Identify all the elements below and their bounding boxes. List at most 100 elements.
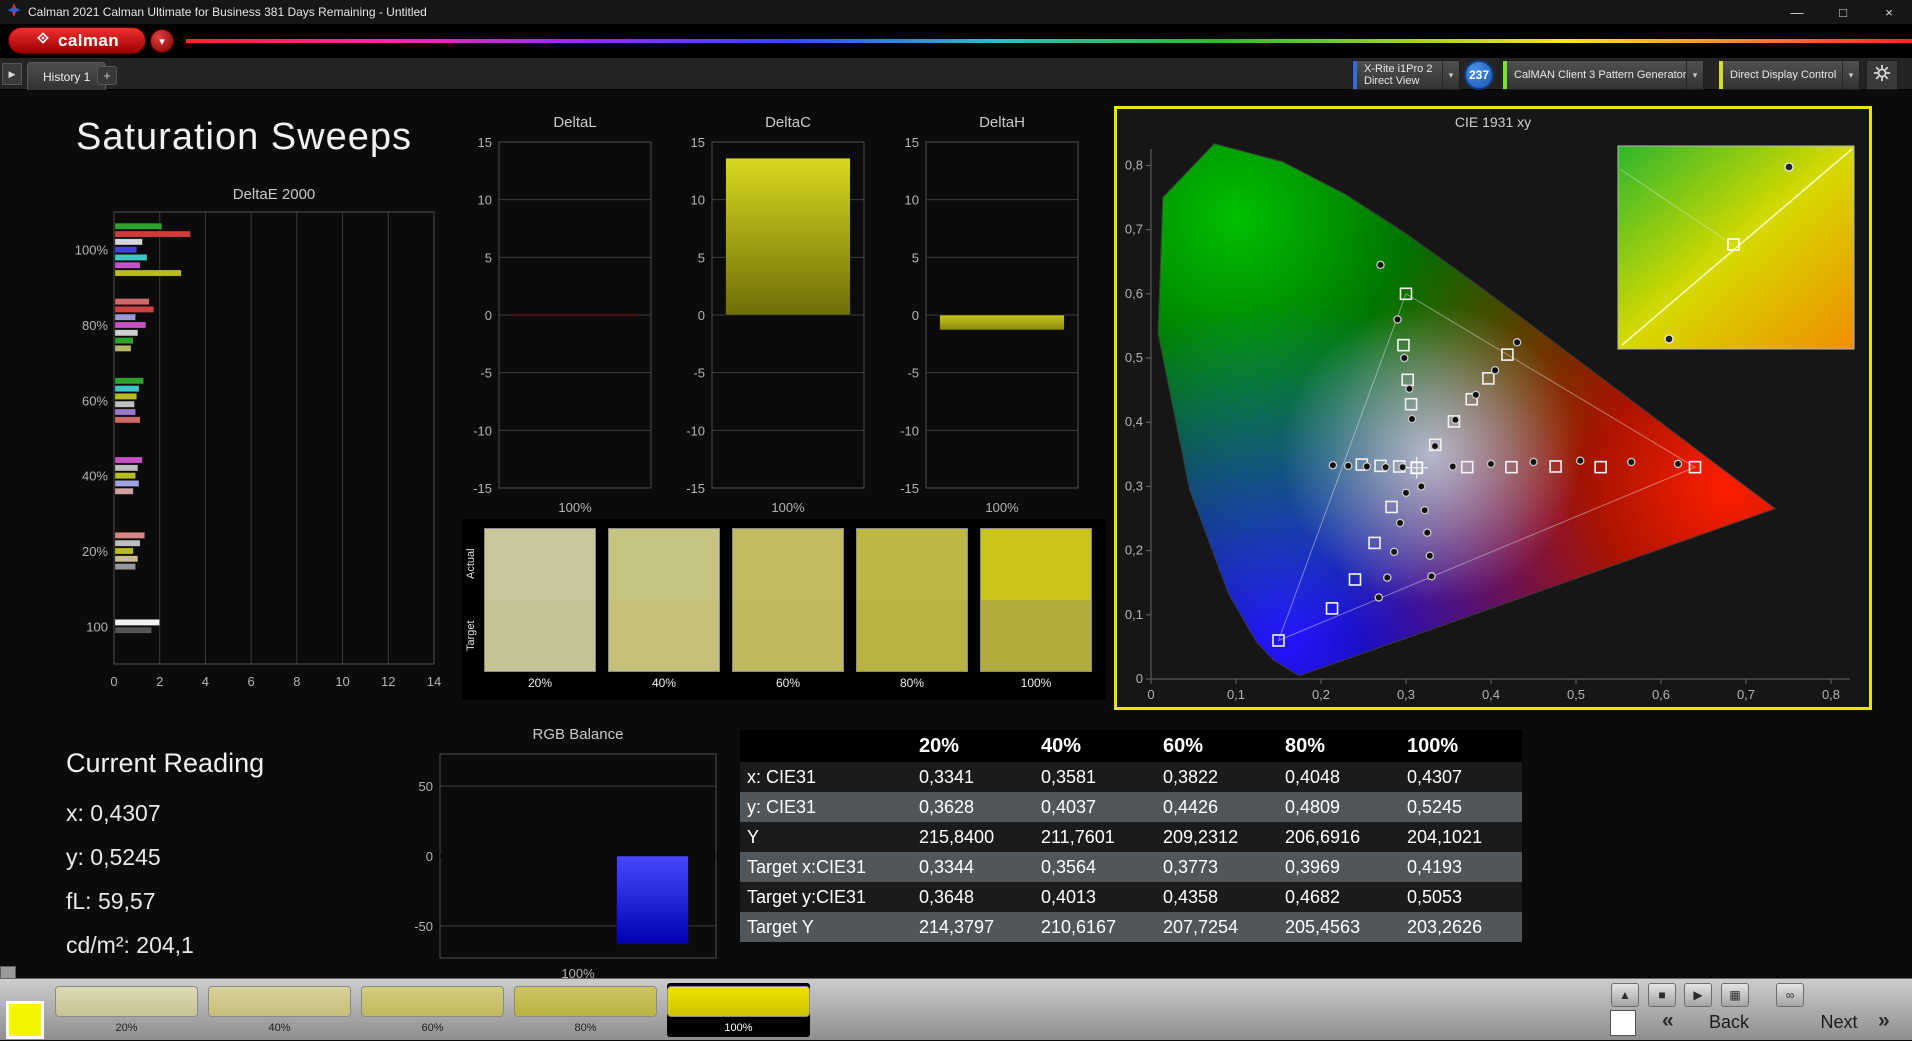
svg-text:0: 0 bbox=[698, 308, 705, 323]
table-row-label: Target x:CIE31 bbox=[740, 852, 912, 882]
display-control-dropdown[interactable]: Direct Display Control ▾ bbox=[1718, 60, 1860, 90]
table-row-label: Y bbox=[740, 822, 912, 852]
saturation-swatch-60% bbox=[732, 528, 844, 672]
svg-text:-10: -10 bbox=[686, 423, 705, 438]
pattern-level-label: 80% bbox=[514, 1022, 657, 1034]
report-button[interactable]: ▦ bbox=[1721, 983, 1749, 1007]
table-col-header: 40% bbox=[1034, 730, 1156, 762]
svg-text:5: 5 bbox=[912, 250, 919, 265]
chevron-down-icon: ▾ bbox=[1442, 61, 1459, 89]
svg-text:-15: -15 bbox=[473, 481, 492, 496]
pattern-swatch bbox=[361, 986, 504, 1017]
next-chevrons-icon[interactable]: » bbox=[1878, 1009, 1890, 1033]
pattern-level-40%[interactable]: 40% bbox=[208, 983, 351, 1037]
table-row-label: Target Y bbox=[740, 912, 912, 942]
tab-history-1[interactable]: History 1 bbox=[27, 62, 106, 90]
deltae-2000-plot: 02468101214100%80%60%40%20%100 bbox=[74, 206, 442, 696]
deltah-plot: 151050-5-10-15100% bbox=[882, 134, 1086, 524]
pattern-level-80%[interactable]: 80% bbox=[514, 983, 657, 1037]
svg-text:0: 0 bbox=[110, 674, 117, 689]
saturation-swatch-20% bbox=[484, 528, 596, 672]
pattern-swatch bbox=[667, 986, 810, 1017]
svg-text:100: 100 bbox=[86, 619, 108, 634]
table-cell: 0,3564 bbox=[1034, 852, 1156, 882]
svg-text:0: 0 bbox=[1147, 687, 1154, 702]
svg-text:0,4: 0,4 bbox=[1482, 687, 1500, 702]
table-cell: 209,2312 bbox=[1156, 822, 1278, 852]
swatch-label: 60% bbox=[732, 676, 844, 690]
actual-color bbox=[981, 529, 1091, 600]
svg-text:100%: 100% bbox=[558, 500, 592, 515]
table-cell: 0,3969 bbox=[1278, 852, 1400, 882]
svg-text:5: 5 bbox=[698, 250, 705, 265]
pattern-window-button[interactable] bbox=[1610, 1010, 1636, 1036]
rgb-balance-plot: 500-50100% bbox=[396, 746, 726, 994]
pattern-level-60%[interactable]: 60% bbox=[361, 983, 504, 1037]
play-button[interactable]: ▶ bbox=[1684, 983, 1712, 1007]
svg-text:10: 10 bbox=[905, 193, 919, 208]
add-tab-button[interactable]: + bbox=[97, 66, 117, 85]
gear-icon bbox=[1873, 64, 1891, 87]
svg-text:10: 10 bbox=[691, 193, 705, 208]
svg-text:0,1: 0,1 bbox=[1125, 607, 1143, 622]
pattern-swatch bbox=[208, 986, 351, 1017]
meter-dropdown[interactable]: X-Rite i1Pro 2 Direct View ▾ bbox=[1352, 60, 1460, 90]
reading-fL: fL: 59,57 bbox=[66, 879, 264, 923]
pattern-level-label: 40% bbox=[208, 1022, 351, 1034]
svg-text:0,1: 0,1 bbox=[1227, 687, 1245, 702]
tab-scroll-button[interactable]: ▶ bbox=[2, 63, 22, 85]
pattern-level-100%[interactable]: 100% bbox=[667, 983, 810, 1037]
table-cell: 0,4682 bbox=[1278, 882, 1400, 912]
table-cell: 214,3797 bbox=[912, 912, 1034, 942]
pattern-level-label: 100% bbox=[667, 1022, 810, 1034]
next-button[interactable]: Next bbox=[1812, 1012, 1866, 1033]
pattern-generator-label: CalMAN Client 3 Pattern Generator bbox=[1514, 69, 1679, 81]
close-button[interactable]: × bbox=[1866, 0, 1912, 24]
continuous-measure-button[interactable]: ∞ bbox=[1776, 983, 1804, 1007]
svg-text:0,8: 0,8 bbox=[1125, 157, 1143, 172]
svg-text:10: 10 bbox=[478, 193, 492, 208]
table-cell: 207,7254 bbox=[1156, 912, 1278, 942]
actual-row-label: Actual bbox=[465, 528, 481, 600]
svg-text:-15: -15 bbox=[900, 481, 919, 496]
target-color bbox=[609, 600, 719, 671]
svg-text:0: 0 bbox=[485, 308, 492, 323]
stop-button[interactable]: ■ bbox=[1648, 983, 1676, 1007]
saturation-data-table: 20%40%60%80%100%x: CIE310,33410,35810,38… bbox=[740, 730, 1522, 942]
svg-text:20%: 20% bbox=[82, 544, 108, 559]
reading-count-badge[interactable]: 237 bbox=[1464, 60, 1494, 90]
rgb-balance-chart: RGB Balance 500-50100% bbox=[396, 726, 726, 999]
deltac-plot: 151050-5-10-15100% bbox=[668, 134, 872, 524]
table-cell: 0,5053 bbox=[1400, 882, 1522, 912]
current-reading-block: Current Reading x: 0,4307y: 0,5245fL: 59… bbox=[66, 748, 264, 967]
table-cell: 0,4307 bbox=[1400, 762, 1522, 792]
svg-text:15: 15 bbox=[691, 135, 705, 150]
calman-logo[interactable]: calman bbox=[8, 27, 146, 54]
back-button[interactable]: Back bbox=[1702, 1012, 1756, 1033]
deltal-chart-title: DeltaL bbox=[499, 114, 651, 134]
table-cell: 0,4048 bbox=[1278, 762, 1400, 792]
maximize-button[interactable]: □ bbox=[1820, 0, 1866, 24]
svg-text:0,7: 0,7 bbox=[1125, 222, 1143, 237]
current-pattern-swatch bbox=[6, 1001, 44, 1039]
pattern-generator-dropdown[interactable]: CalMAN Client 3 Pattern Generator ▾ bbox=[1502, 60, 1704, 90]
logo-menu-button[interactable]: ▾ bbox=[150, 29, 174, 53]
swatch-label: 40% bbox=[608, 676, 720, 690]
svg-text:0: 0 bbox=[912, 308, 919, 323]
calibrate-button[interactable]: ▲ bbox=[1611, 983, 1639, 1007]
table-row-label: x: CIE31 bbox=[740, 762, 912, 792]
pattern-level-20%[interactable]: 20% bbox=[55, 983, 198, 1037]
svg-text:-10: -10 bbox=[900, 423, 919, 438]
table-cell: 0,4193 bbox=[1400, 852, 1522, 882]
deltae-2000-chart-title: DeltaE 2000 bbox=[114, 186, 434, 206]
page-title: Saturation Sweeps bbox=[76, 116, 412, 159]
cie-1931-plot: 00,10,20,30,40,50,60,70,800,10,20,30,40,… bbox=[1117, 109, 1869, 707]
deltac-chart-title: DeltaC bbox=[712, 114, 864, 134]
table-cell: 0,3341 bbox=[912, 762, 1034, 792]
svg-text:100%: 100% bbox=[771, 500, 805, 515]
reading-x: x: 0,4307 bbox=[66, 791, 264, 835]
settings-button[interactable] bbox=[1866, 60, 1898, 90]
saturation-swatch-40% bbox=[608, 528, 720, 672]
back-chevrons-icon[interactable]: « bbox=[1662, 1009, 1674, 1033]
minimize-button[interactable]: — bbox=[1774, 0, 1820, 24]
